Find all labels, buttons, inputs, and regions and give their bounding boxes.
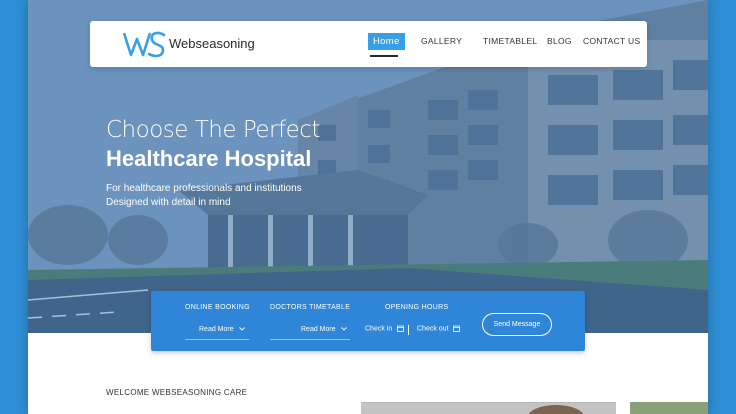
- nav-home[interactable]: Home: [368, 33, 405, 50]
- page: Choose The Perfect Healthcare Hospital F…: [28, 0, 708, 414]
- hero-subtitle-line2: Designed with detail in mind: [106, 197, 231, 208]
- nav-blog[interactable]: BLOG: [547, 36, 572, 46]
- nav-gallery[interactable]: GALLERY: [421, 36, 462, 46]
- check-out-label: Check out: [417, 325, 449, 333]
- check-out-field[interactable]: Check out: [417, 325, 461, 333]
- online-booking-read-more[interactable]: Read More: [199, 326, 245, 333]
- doctors-timetable-read-more-label: Read More: [301, 326, 336, 333]
- doctors-timetable-read-more[interactable]: Read More: [301, 326, 347, 333]
- calendar-icon: [397, 325, 405, 332]
- brand-name[interactable]: Webseasoning: [169, 36, 255, 51]
- welcome-heading: WELCOME WEBSEASONING CARE: [106, 388, 248, 397]
- doctor-photo-image: [361, 402, 616, 414]
- check-in-label: Check in: [365, 325, 393, 333]
- chevron-down-icon: [238, 327, 245, 331]
- chevron-down-icon: [340, 327, 347, 331]
- doctors-timetable-heading: DOCTORS TIMETABLE: [270, 304, 351, 311]
- check-separator: [408, 325, 409, 335]
- nav-contact-us[interactable]: CONTACT US: [583, 36, 640, 46]
- doctors-timetable-underline: [270, 339, 350, 340]
- hero-subtitle: For healthcare professionals and institu…: [106, 182, 302, 210]
- hero-subtitle-line1: For healthcare professionals and institu…: [106, 183, 302, 194]
- send-message-button[interactable]: Send Message: [482, 313, 552, 336]
- opening-hours-heading: OPENING HOURS: [385, 304, 449, 311]
- online-booking-read-more-label: Read More: [199, 326, 234, 333]
- nav-active-underline: [370, 55, 398, 57]
- secondary-photo-image: [630, 402, 708, 414]
- online-booking-underline: [185, 339, 249, 340]
- navbar: Webseasoning Home GALLERY TIMETABLEL BLO…: [90, 21, 647, 67]
- doctor-photo-graphic: [361, 403, 616, 414]
- ws-logo-icon[interactable]: [122, 29, 166, 59]
- online-booking-heading: ONLINE BOOKING: [185, 304, 250, 311]
- hero-title-line1: Choose The Perfect: [106, 117, 320, 143]
- check-in-field[interactable]: Check in: [365, 325, 405, 333]
- booking-bar: ONLINE BOOKING DOCTORS TIMETABLE OPENING…: [151, 291, 585, 351]
- nav-timetable[interactable]: TIMETABLEL: [483, 36, 537, 46]
- hero-title-line2: Healthcare Hospital: [106, 146, 312, 171]
- calendar-icon: [453, 325, 461, 332]
